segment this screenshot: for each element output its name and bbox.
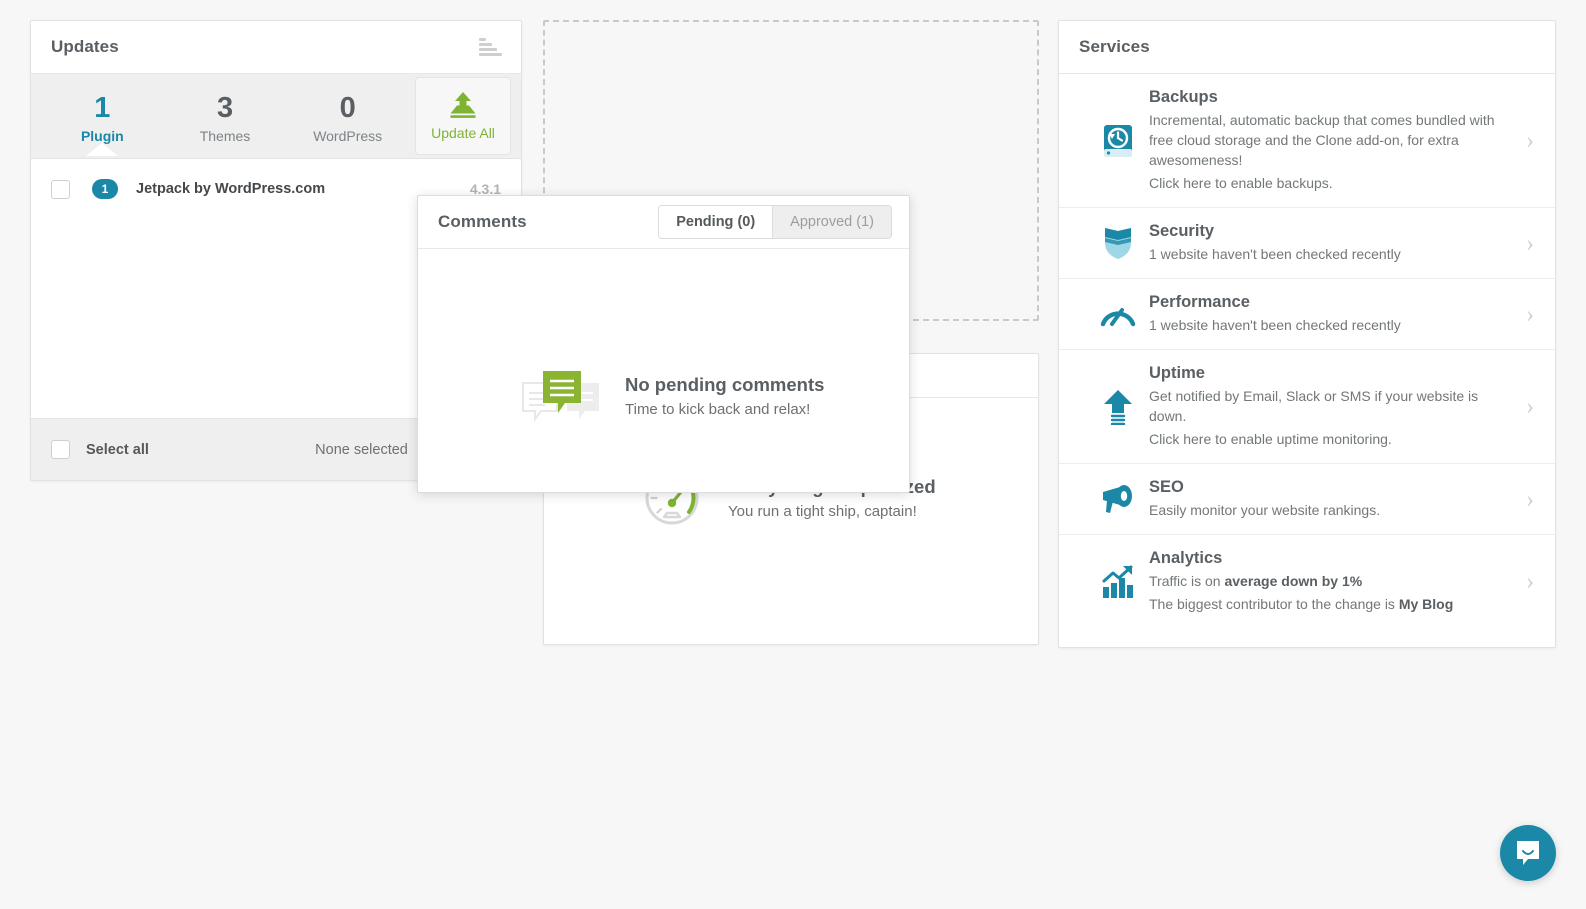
comments-empty-title: No pending comments (625, 374, 824, 396)
analytics-contributor-value: My Blog (1399, 596, 1453, 612)
sort-bars-icon[interactable] (479, 38, 501, 56)
service-analytics-traffic: Traffic is on average down by 1% (1149, 571, 1509, 591)
bar-chart-trend-icon (1087, 565, 1149, 599)
service-performance-name: Performance (1149, 293, 1250, 311)
service-security-desc: 1 website haven't been checked recently (1149, 244, 1509, 264)
plugin-name: Jetpack by WordPress.com (136, 181, 325, 197)
tab-plugin-label: Plugin (41, 128, 164, 144)
service-performance-text: Performance 1 website haven't been check… (1149, 293, 1519, 335)
chat-launcher-button[interactable] (1500, 825, 1556, 881)
tab-approved[interactable]: Approved (1) (772, 206, 891, 238)
services-card: Services Backups Incremental, automatic … (1058, 20, 1556, 648)
service-row-security[interactable]: Security 1 website haven't been checked … (1059, 208, 1555, 279)
service-row-backups[interactable]: Backups Incremental, automatic backup th… (1059, 74, 1555, 208)
uptime-arrow-icon (1087, 389, 1149, 425)
service-backups-action: Click here to enable backups. (1149, 173, 1509, 193)
comments-tab-group: Pending (0) Approved (1) (658, 205, 892, 239)
tab-themes-label: Themes (164, 128, 287, 144)
service-security-text: Security 1 website haven't been checked … (1149, 222, 1519, 264)
chevron-right-icon[interactable]: › (1519, 231, 1541, 256)
comments-title: Comments (438, 212, 527, 232)
tab-themes-count: 3 (164, 92, 287, 124)
gauge-icon (1087, 299, 1149, 329)
tab-plugin[interactable]: 1 Plugin (41, 88, 164, 144)
service-seo-desc: Easily monitor your website rankings. (1149, 500, 1509, 520)
analytics-traffic-pre: Traffic is on (1149, 573, 1224, 589)
services-title: Services (1079, 37, 1150, 57)
analytics-traffic-value: average down by 1% (1224, 573, 1362, 589)
selection-status: None selected (315, 442, 408, 458)
service-row-analytics[interactable]: Analytics Traffic is on average down by … (1059, 535, 1555, 628)
service-backups-desc: Incremental, automatic backup that comes… (1149, 110, 1509, 170)
chevron-right-icon[interactable]: › (1519, 128, 1541, 153)
optimization-subtitle: You run a tight ship, captain! (728, 503, 936, 520)
service-uptime-action: Click here to enable uptime monitoring. (1149, 429, 1509, 449)
analytics-contributor-pre: The biggest contributor to the change is (1149, 596, 1399, 612)
backup-drive-icon (1087, 123, 1149, 159)
service-row-seo[interactable]: SEO Easily monitor your website rankings… (1059, 464, 1555, 535)
comment-bubbles-icon (521, 369, 601, 423)
tab-pending[interactable]: Pending (0) (659, 206, 772, 238)
service-backups-text: Backups Incremental, automatic backup th… (1149, 88, 1519, 193)
megaphone-icon (1087, 483, 1149, 515)
service-row-performance[interactable]: Performance 1 website haven't been check… (1059, 279, 1555, 350)
service-performance-desc: 1 website haven't been checked recently (1149, 315, 1509, 335)
row-checkbox[interactable] (51, 180, 70, 199)
comments-popup: Comments Pending (0) Approved (1) (417, 195, 910, 493)
tab-themes[interactable]: 3 Themes (164, 88, 287, 144)
service-seo-text: SEO Easily monitor your website rankings… (1149, 478, 1519, 520)
chat-bubble-icon (1514, 839, 1542, 867)
services-header: Services (1059, 21, 1555, 74)
service-row-uptime[interactable]: Uptime Get notified by Email, Slack or S… (1059, 350, 1555, 464)
service-analytics-contributor: The biggest contributor to the change is… (1149, 594, 1509, 614)
comments-empty-subtitle: Time to kick back and relax! (625, 401, 824, 418)
select-all-checkbox[interactable] (51, 440, 70, 459)
service-analytics-text: Analytics Traffic is on average down by … (1149, 549, 1519, 614)
row-update-count: 1 (92, 179, 118, 199)
tab-wordpress-count: 0 (286, 92, 409, 124)
service-analytics-name: Analytics (1149, 549, 1222, 567)
service-security-name: Security (1149, 222, 1214, 240)
comments-header: Comments Pending (0) Approved (1) (418, 196, 909, 249)
dashboard-root: Updates 1 Plugin 3 Themes 0 WordPress (0, 0, 1586, 909)
comments-empty-state: No pending comments Time to kick back an… (418, 249, 909, 423)
chevron-right-icon[interactable]: › (1519, 394, 1541, 419)
updates-header: Updates (31, 21, 521, 74)
update-all-button[interactable]: Update All (415, 77, 511, 155)
service-uptime-desc: Get notified by Email, Slack or SMS if y… (1149, 386, 1509, 426)
comments-empty-text: No pending comments Time to kick back an… (625, 374, 824, 418)
chevron-right-icon[interactable]: › (1519, 487, 1541, 512)
select-all-label[interactable]: Select all (86, 442, 149, 458)
tab-wordpress[interactable]: 0 WordPress (286, 88, 409, 144)
service-uptime-name: Uptime (1149, 364, 1205, 382)
upload-icon (446, 91, 480, 119)
service-seo-name: SEO (1149, 478, 1184, 496)
tab-plugin-count: 1 (41, 92, 164, 124)
updates-title: Updates (51, 37, 119, 57)
chevron-right-icon[interactable]: › (1519, 569, 1541, 594)
service-uptime-text: Uptime Get notified by Email, Slack or S… (1149, 364, 1519, 449)
shield-icon (1087, 225, 1149, 261)
chevron-right-icon[interactable]: › (1519, 302, 1541, 327)
updates-tabs: 1 Plugin 3 Themes 0 WordPress Update All (31, 74, 521, 159)
update-all-label: Update All (431, 125, 495, 141)
active-tab-pointer (86, 143, 118, 156)
service-backups-name: Backups (1149, 88, 1218, 106)
tab-wordpress-label: WordPress (286, 128, 409, 144)
